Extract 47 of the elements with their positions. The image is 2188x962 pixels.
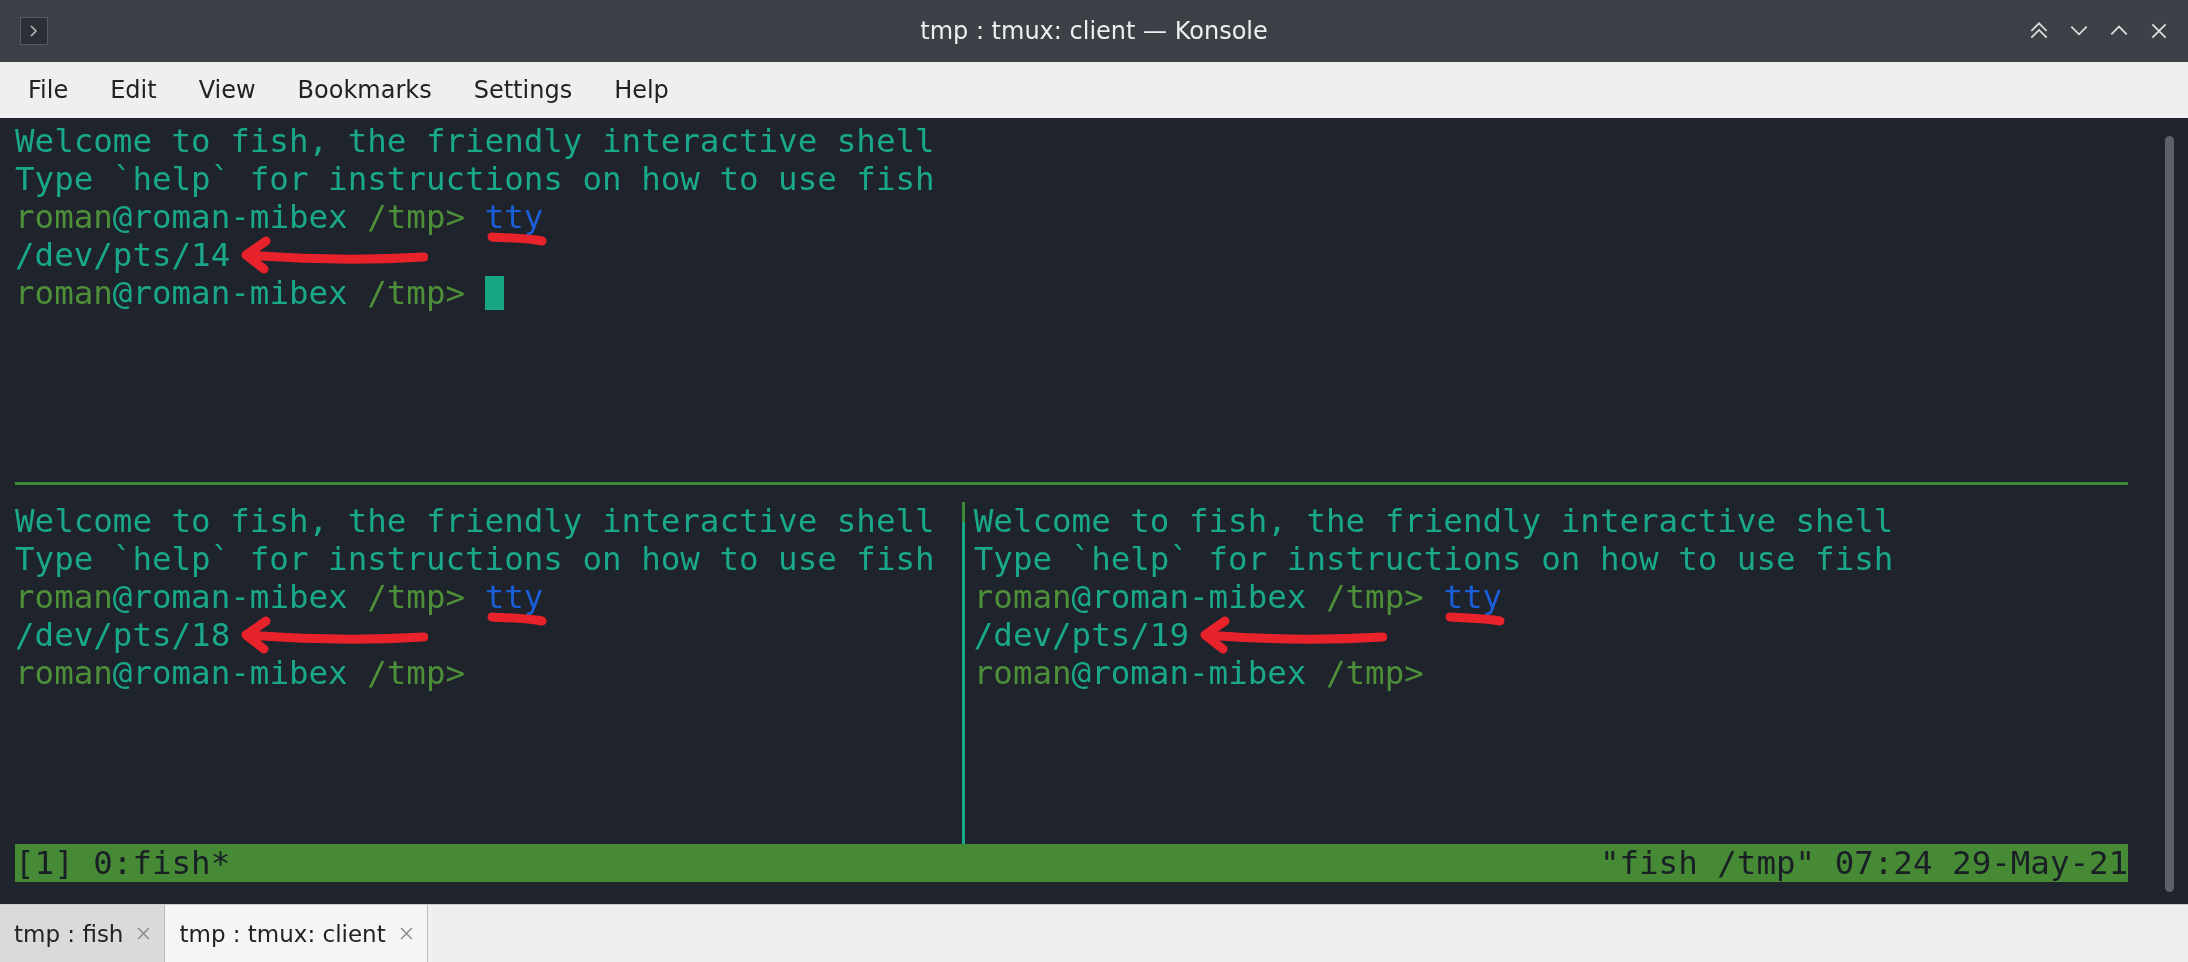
close-icon[interactable]	[399, 927, 413, 940]
terminal-output: Type `help` for instructions on how to use fish	[15, 540, 935, 578]
terminal-command: tty	[484, 198, 544, 236]
terminal-output: /dev/pts/14	[15, 236, 231, 274]
terminal-command: tty	[484, 578, 544, 616]
menu-item[interactable]: Bookmarks	[283, 76, 452, 104]
terminal-icon	[20, 17, 48, 45]
prompt-path: /tmp>	[367, 198, 466, 236]
prompt-user: roman	[973, 578, 1072, 616]
prompt-path: /tmp>	[1325, 654, 1424, 692]
prompt-path: /tmp>	[367, 274, 466, 312]
terminal-output: Welcome to fish, the friendly interactive shell	[15, 122, 935, 160]
terminal-output: Type `help` for instructions on how to use fish	[15, 160, 935, 198]
menu-item[interactable]: Help	[600, 76, 689, 104]
tab-label: tmp : fish	[14, 920, 124, 947]
session-tab[interactable]: tmp : fish	[0, 905, 166, 962]
prompt-host: @roman-mibex	[112, 198, 348, 236]
prompt-user: roman	[15, 198, 113, 236]
terminal-output: /dev/pts/18	[15, 616, 231, 654]
prompt-path: /tmp>	[367, 578, 466, 616]
terminal-output: /dev/pts/19	[973, 616, 1189, 654]
prompt-user: roman	[973, 654, 1072, 692]
prompt-user: roman	[15, 578, 113, 616]
terminal-output: Welcome to fish, the friendly interactive shell	[973, 502, 1894, 540]
session-tab[interactable]: tmp : tmux: client	[165, 905, 428, 962]
scrollbar[interactable]	[2165, 136, 2174, 892]
terminal-output: Type `help` for instructions on how to use fish	[973, 540, 1894, 578]
window-title: tmp : tmux: client — Konsole	[920, 17, 1268, 45]
prompt-host: @roman-mibex	[1071, 578, 1307, 616]
prompt-path: /tmp>	[1325, 578, 1424, 616]
prompt-host: @roman-mibex	[112, 654, 348, 692]
status-window-list: [1] 0:fish*	[15, 844, 231, 882]
prompt-path: /tmp>	[367, 654, 466, 692]
prompt-user: roman	[15, 654, 113, 692]
prompt-host: @roman-mibex	[112, 578, 348, 616]
terminal-output: Welcome to fish, the friendly interactive shell	[15, 502, 935, 540]
terminal-command: tty	[1443, 578, 1503, 616]
status-info: "fish /tmp" 07:24 29-May-21	[1599, 844, 2129, 882]
menu-item[interactable]: View	[184, 76, 276, 104]
tab-label: tmp : tmux: client	[179, 920, 386, 947]
prompt-user: roman	[15, 274, 113, 312]
menu-item[interactable]: Settings	[459, 76, 593, 104]
menu-item[interactable]: Edit	[96, 76, 177, 104]
prompt-host: @roman-mibex	[112, 274, 348, 312]
menu-item[interactable]: File	[14, 76, 89, 104]
close-icon[interactable]	[137, 927, 151, 940]
prompt-host: @roman-mibex	[1071, 654, 1307, 692]
